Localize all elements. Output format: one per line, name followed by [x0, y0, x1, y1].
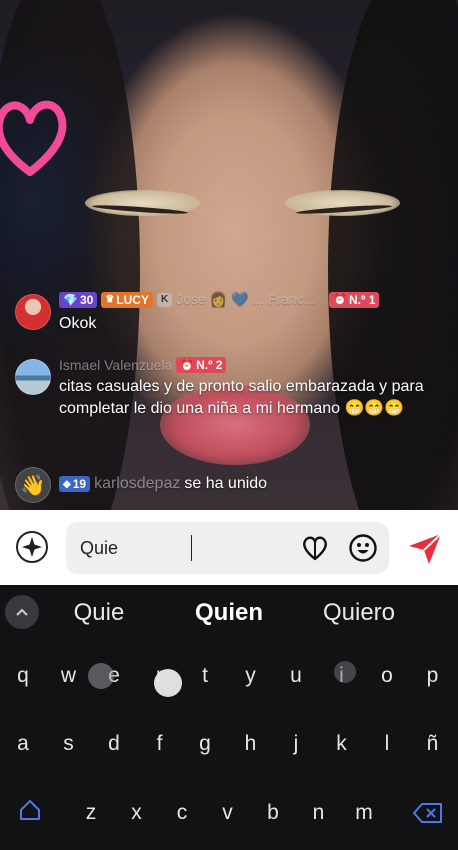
avatar[interactable]: [15, 359, 51, 395]
rank-badge: ⏰ N.º 1: [329, 291, 380, 308]
sparkle-icon[interactable]: [14, 529, 50, 565]
heart-outline-icon: [303, 536, 327, 561]
comment-text: citas casuales y de pronto salio embaraz…: [59, 378, 424, 417]
key-c[interactable]: c: [162, 793, 202, 833]
key-x[interactable]: x: [117, 793, 157, 833]
video-hair-right: [328, 0, 458, 510]
comment-username[interactable]: Ismael Valenzuela: [59, 357, 172, 373]
key-v[interactable]: v: [208, 793, 248, 833]
key-z[interactable]: z: [71, 793, 111, 833]
rank-badge: ⏰ N.º 2: [176, 357, 227, 373]
key-s[interactable]: s: [49, 724, 89, 764]
suggestion-1[interactable]: Quie: [39, 599, 159, 627]
join-action-text: se ha unido: [184, 475, 268, 492]
join-username[interactable]: karlosdepaz: [94, 475, 180, 493]
join-row: ◆ 19 karlosdepaz se ha unido: [59, 475, 267, 493]
key-u[interactable]: u: [276, 656, 316, 696]
comment-field[interactable]: [66, 522, 389, 574]
key-b[interactable]: b: [253, 793, 293, 833]
gem-badge: 💎 30: [59, 291, 98, 308]
avatar[interactable]: [15, 294, 51, 330]
chevron-up-icon: [16, 608, 28, 616]
diamond-icon: ◆: [63, 478, 71, 490]
alarm-icon: ⏰: [333, 294, 348, 306]
key-k[interactable]: k: [322, 724, 362, 764]
shift-key[interactable]: [10, 790, 50, 830]
diamond-icon: 💎: [63, 292, 78, 307]
send-icon[interactable]: [405, 530, 445, 566]
suggestion-bar: Quie Quien Quiero: [0, 585, 458, 640]
touch-highlight: [334, 661, 356, 683]
comment-input-bar: [0, 510, 458, 585]
comment-input[interactable]: [80, 537, 290, 559]
key-o[interactable]: o: [367, 656, 407, 696]
key-g[interactable]: g: [185, 724, 225, 764]
heart-outline-button[interactable]: [299, 532, 331, 564]
level-badge: K: [156, 292, 173, 307]
key-w[interactable]: w: [49, 656, 89, 696]
key-j[interactable]: j: [276, 724, 316, 764]
key-h[interactable]: h: [231, 724, 271, 764]
key-a[interactable]: a: [3, 724, 43, 764]
backspace-key[interactable]: [408, 793, 448, 833]
video-hair-left: [0, 0, 140, 510]
fan-club-badge: ♛ LUCY: [101, 291, 153, 308]
comment-header: 💎 30 ♛ LUCY K Jose 👩 💙 ... Franc... ⏰ N.…: [59, 291, 380, 308]
suggestion-3[interactable]: Quiero: [299, 599, 419, 627]
key-l[interactable]: l: [367, 724, 407, 764]
touch-highlight: [154, 669, 182, 697]
key-t[interactable]: t: [185, 656, 225, 696]
comment-username[interactable]: Jose 👩 💙 ... Franc...: [176, 291, 315, 308]
comment-header: Ismael Valenzuela ⏰ N.º 2: [59, 357, 227, 373]
on-screen-keyboard: Quie Quien Quiero qwertyuiopasdfghjklñzx…: [0, 585, 458, 850]
live-video: [0, 0, 458, 510]
key-p[interactable]: p: [413, 656, 453, 696]
text-caret: [191, 535, 192, 561]
comment-text: Okok: [59, 315, 97, 332]
suggestion-2[interactable]: Quien: [169, 599, 289, 627]
shift-icon: [20, 800, 40, 820]
wave-avatar: 👋: [15, 467, 51, 503]
key-ñ[interactable]: ñ: [413, 724, 453, 764]
smiley-icon: [349, 534, 377, 562]
crown-icon: ♛: [105, 294, 115, 305]
backspace-icon: [413, 803, 442, 823]
touch-highlight: [88, 663, 114, 689]
key-n[interactable]: n: [299, 793, 339, 833]
gem-badge: ◆ 19: [59, 476, 91, 492]
key-d[interactable]: d: [94, 724, 134, 764]
key-m[interactable]: m: [344, 793, 384, 833]
floating-heart-icon: [0, 100, 67, 176]
alarm-icon: ⏰: [180, 359, 195, 372]
waving-hand-icon: 👋: [20, 474, 46, 497]
key-q[interactable]: q: [3, 656, 43, 696]
key-f[interactable]: f: [140, 724, 180, 764]
collapse-keyboard-button[interactable]: [5, 595, 39, 629]
emoji-button[interactable]: [347, 532, 379, 564]
key-y[interactable]: y: [231, 656, 271, 696]
